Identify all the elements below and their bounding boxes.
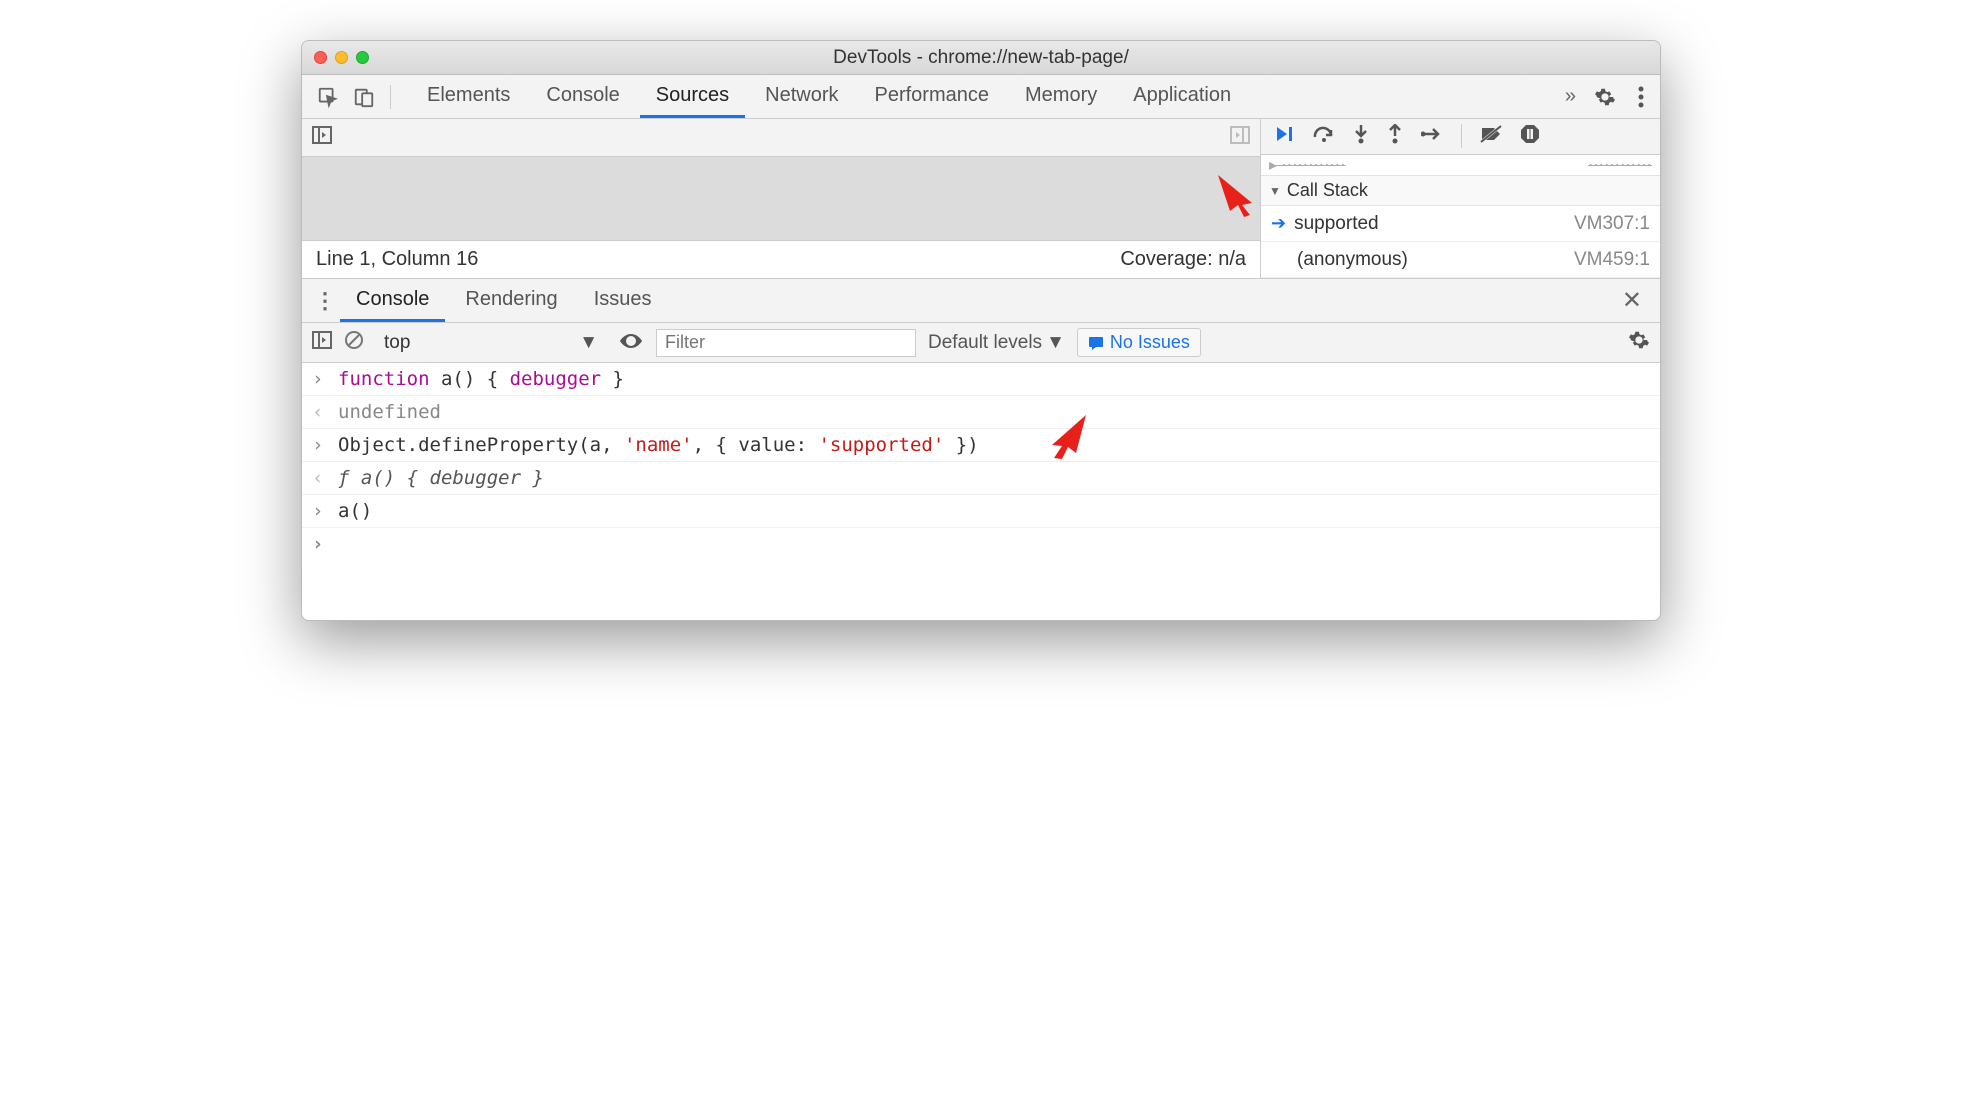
tab-console[interactable]: Console — [530, 75, 635, 118]
tab-application[interactable]: Application — [1117, 75, 1247, 118]
resume-icon[interactable] — [1275, 125, 1295, 148]
stack-frame-location: VM307:1 — [1574, 213, 1650, 235]
main-tabbar-right: » — [1561, 75, 1660, 118]
prompt-chevron-icon: › — [312, 533, 328, 555]
console-code: a() — [338, 500, 1650, 522]
tab-memory[interactable]: Memory — [1009, 75, 1113, 118]
source-editor-pane: Line 1, Column 16 Coverage: n/a — [302, 119, 1260, 278]
pause-exceptions-icon[interactable] — [1520, 124, 1540, 149]
stack-frame-location: VM459:1 — [1574, 249, 1650, 271]
drawer-tab-rendering[interactable]: Rendering — [449, 279, 573, 322]
call-stack-label: Call Stack — [1287, 180, 1368, 201]
window-title: DevTools - chrome://new-tab-page/ — [302, 47, 1660, 69]
deactivate-breakpoints-icon[interactable] — [1480, 125, 1502, 148]
main-tabs: Elements Console Sources Network Perform… — [411, 75, 1247, 118]
console-prompt-row[interactable]: › — [302, 528, 1660, 560]
tab-performance[interactable]: Performance — [859, 75, 1006, 118]
close-drawer-icon[interactable]: ✕ — [1616, 286, 1648, 315]
source-body[interactable] — [302, 157, 1260, 240]
stack-frame[interactable]: (anonymous) VM459:1 — [1261, 242, 1660, 278]
stack-frame-current[interactable]: ➔ supported VM307:1 — [1261, 206, 1660, 242]
tab-network[interactable]: Network — [749, 75, 854, 118]
console-result: undefined — [338, 401, 1650, 423]
kebab-menu-icon[interactable] — [1634, 86, 1648, 108]
console-input-row[interactable]: › function a() { debugger } — [302, 363, 1660, 396]
clear-console-icon[interactable] — [344, 330, 364, 355]
console-output-row: ‹ ƒ a() { debugger } — [302, 462, 1660, 495]
sources-panes: Line 1, Column 16 Coverage: n/a — [302, 119, 1660, 279]
stack-frame-name: (anonymous) — [1297, 249, 1408, 271]
issues-badge[interactable]: No Issues — [1077, 328, 1201, 357]
coverage-status: Coverage: n/a — [1120, 248, 1246, 271]
step-out-icon[interactable] — [1387, 124, 1403, 149]
console-settings-gear-icon[interactable] — [1628, 329, 1650, 356]
output-chevron-icon: ‹ — [312, 401, 328, 423]
console-code: Object.defineProperty(a, 'name', { value… — [338, 434, 1650, 456]
current-frame-arrow-icon: ➔ — [1271, 213, 1286, 234]
source-nav-toolbar — [302, 119, 1260, 157]
drawer-tab-console[interactable]: Console — [340, 279, 445, 322]
titlebar: DevTools - chrome://new-tab-page/ — [302, 41, 1660, 75]
step-over-icon[interactable] — [1313, 125, 1335, 148]
cursor-position: Line 1, Column 16 — [316, 248, 478, 271]
context-value: top — [384, 332, 410, 354]
output-chevron-icon: ‹ — [312, 467, 328, 489]
input-chevron-icon: › — [312, 368, 328, 390]
console-input-row[interactable]: › a() — [302, 495, 1660, 528]
console-sidebar-toggle-icon[interactable] — [312, 331, 332, 354]
devtools-window: DevTools - chrome://new-tab-page/ Elemen… — [301, 40, 1661, 621]
debugger-pane: ▸ ⋯⋯⋯⋯⋯⋯⋯⋯ ▼ Call Stack ➔ supported VM30… — [1260, 119, 1660, 278]
console-toolbar: top ▼ Default levels ▼ No Issues — [302, 323, 1660, 363]
drawer-tabs: Console Rendering Issues — [340, 279, 668, 322]
divider — [390, 85, 391, 109]
dropdown-caret-icon: ▼ — [1046, 332, 1065, 354]
more-tabs-icon[interactable]: » — [1561, 85, 1576, 108]
console-body: › function a() { debugger } ‹ undefined … — [302, 363, 1660, 620]
drawer-tabbar: ⋮ Console Rendering Issues ✕ — [302, 279, 1660, 323]
main-tabbar: Elements Console Sources Network Perform… — [302, 75, 1660, 119]
step-icon[interactable] — [1421, 126, 1443, 147]
step-into-icon[interactable] — [1353, 124, 1369, 149]
filter-input[interactable] — [656, 329, 916, 357]
console-input-row[interactable]: › Object.defineProperty(a, 'name', { val… — [302, 429, 1660, 462]
input-chevron-icon: › — [312, 434, 328, 456]
log-levels-selector[interactable]: Default levels ▼ — [928, 332, 1065, 354]
divider — [1461, 124, 1462, 148]
tab-elements[interactable]: Elements — [411, 75, 526, 118]
settings-gear-icon[interactable] — [1590, 86, 1620, 108]
inspect-element-icon[interactable] — [310, 75, 346, 118]
console-output-row: ‹ undefined — [302, 396, 1660, 429]
dropdown-caret-icon: ▼ — [579, 332, 598, 354]
stack-frame-name: supported — [1294, 213, 1379, 235]
drawer-menu-icon[interactable]: ⋮ — [310, 279, 340, 322]
drawer-tab-issues[interactable]: Issues — [578, 279, 668, 322]
live-expression-icon[interactable] — [618, 330, 644, 356]
device-toolbar-icon[interactable] — [346, 75, 382, 118]
call-stack-header[interactable]: ▼ Call Stack — [1261, 176, 1660, 206]
scope-section-collapsed[interactable]: ▸ ⋯⋯⋯⋯⋯⋯⋯⋯ — [1261, 155, 1660, 176]
context-selector[interactable]: top ▼ — [376, 329, 606, 357]
console-code: function a() { debugger } — [338, 368, 1650, 390]
debugger-toolbar — [1261, 119, 1660, 155]
debugger-toggle-icon[interactable] — [1230, 126, 1250, 149]
disclosure-triangle-icon: ▼ — [1269, 184, 1281, 198]
input-chevron-icon: › — [312, 500, 328, 522]
console-result: ƒ a() { debugger } — [338, 467, 1650, 489]
tab-sources[interactable]: Sources — [640, 75, 745, 118]
source-status-bar: Line 1, Column 16 Coverage: n/a — [302, 240, 1260, 278]
navigator-toggle-icon[interactable] — [312, 126, 332, 149]
